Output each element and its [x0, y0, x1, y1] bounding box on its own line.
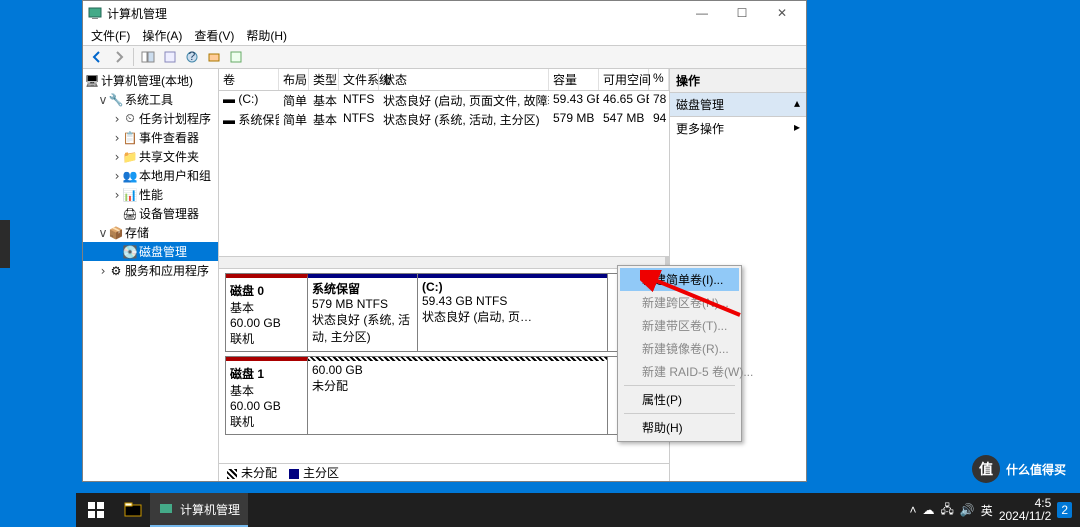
back-button[interactable] [87, 47, 107, 67]
disk-info[interactable]: 磁盘 0基本60.00 GB联机 [226, 274, 308, 351]
show-hide-button[interactable] [138, 47, 158, 67]
clock-icon: ⏲ [123, 112, 137, 126]
services-icon: ⚙ [109, 264, 123, 278]
tray-notifications[interactable]: 2 [1057, 502, 1072, 518]
system-tray[interactable]: ˄ ☁ 🖧 🔊 英 4:5 2024/11/2 2 [901, 497, 1080, 523]
menu-help[interactable]: 帮助(H) [620, 416, 739, 439]
volume-table[interactable]: 卷 布局 类型 文件系统 状态 容量 可用空间 % ▬ (C:)简单基本NTFS… [219, 69, 669, 269]
tree-task-scheduler[interactable]: ›⏲任务计划程序 [83, 109, 218, 128]
legend-unallocated-swatch [227, 469, 237, 479]
start-button[interactable] [76, 493, 116, 527]
menu-new-striped-volume: 新建带区卷(T)... [620, 314, 739, 337]
window-title: 计算机管理 [107, 5, 682, 22]
col-layout[interactable]: 布局 [279, 69, 309, 90]
tree-storage[interactable]: v📦存储 [83, 223, 218, 242]
close-button[interactable]: ✕ [762, 1, 802, 25]
toolbar: ? [83, 45, 806, 69]
actions-header: 操作 [670, 69, 806, 93]
menu-new-spanned-volume: 新建跨区卷(N)... [620, 291, 739, 314]
menu-new-simple-volume[interactable]: 新建简单卷(I)... [620, 268, 739, 291]
disk-row[interactable]: 磁盘 0基本60.00 GB联机系统保留579 MB NTFS状态良好 (系统,… [225, 273, 663, 352]
tree-services[interactable]: ›⚙服务和应用程序 [83, 261, 218, 280]
col-volume[interactable]: 卷 [219, 69, 279, 90]
legend: 未分配 主分区 [219, 463, 669, 481]
users-icon: 👥 [123, 169, 137, 183]
partition[interactable]: 60.00 GB未分配 [308, 357, 608, 434]
taskbar-explorer[interactable] [116, 493, 150, 527]
tree-system-tools[interactable]: v🔧系统工具 [83, 90, 218, 109]
menu-file[interactable]: 文件(F) [91, 27, 130, 44]
col-fs[interactable]: 文件系统 [339, 69, 379, 90]
tree-local-users[interactable]: ›👥本地用户和组 [83, 166, 218, 185]
menu-properties[interactable]: 属性(P) [620, 388, 739, 411]
col-capacity[interactable]: 容量 [549, 69, 599, 90]
disk-graphical-view[interactable]: 磁盘 0基本60.00 GB联机系统保留579 MB NTFS状态良好 (系统,… [219, 269, 669, 463]
menu-new-mirrored-volume: 新建镜像卷(R)... [620, 337, 739, 360]
partition[interactable]: 系统保留579 MB NTFS状态良好 (系统, 活动, 主分区) [308, 274, 418, 351]
disk-row[interactable]: 磁盘 1基本60.00 GB联机60.00 GB未分配 [225, 356, 663, 435]
col-status[interactable]: 状态 [379, 69, 549, 90]
svg-text:?: ? [189, 50, 196, 63]
collapse-icon: ▴ [794, 96, 800, 113]
menu-new-raid5-volume: 新建 RAID-5 卷(W)... [620, 360, 739, 383]
disk-icon: 💽 [123, 245, 137, 259]
disk-info[interactable]: 磁盘 1基本60.00 GB联机 [226, 357, 308, 434]
watermark-icon: 值 [972, 455, 1000, 483]
tray-onedrive-icon[interactable]: ☁ [922, 503, 934, 517]
tray-volume-icon[interactable]: 🔊 [960, 503, 975, 517]
tray-up-icon[interactable]: ˄ [909, 503, 916, 517]
tb-icon[interactable] [204, 47, 224, 67]
app-icon [87, 5, 103, 21]
main-panel: 卷 布局 类型 文件系统 状态 容量 可用空间 % ▬ (C:)简单基本NTFS… [219, 69, 670, 481]
side-panel [0, 220, 10, 268]
col-free[interactable]: 可用空间 [599, 69, 649, 90]
partition[interactable]: (C:)59.43 GB NTFS状态良好 (启动, 页… [418, 274, 608, 351]
tree-event-viewer[interactable]: ›📋事件查看器 [83, 128, 218, 147]
menu-view[interactable]: 查看(V) [194, 27, 234, 44]
tree-shared-folders[interactable]: ›📁共享文件夹 [83, 147, 218, 166]
menu-help[interactable]: 帮助(H) [246, 27, 287, 44]
forward-button[interactable] [109, 47, 129, 67]
tree-device-manager[interactable]: 🖨设备管理器 [83, 204, 218, 223]
minimize-button[interactable]: — [682, 1, 722, 25]
tools-icon: 🔧 [109, 93, 123, 107]
device-icon: 🖨 [123, 207, 137, 221]
tray-date[interactable]: 2024/11/2 [999, 510, 1052, 523]
titlebar[interactable]: 计算机管理 — ☐ ✕ [83, 1, 806, 25]
taskbar[interactable]: 计算机管理 ˄ ☁ 🖧 🔊 英 4:5 2024/11/2 2 [76, 493, 1080, 527]
perf-icon: 📊 [123, 188, 137, 202]
table-header[interactable]: 卷 布局 类型 文件系统 状态 容量 可用空间 % [219, 69, 669, 91]
folder-icon: 📁 [123, 150, 137, 164]
storage-icon: 📦 [109, 226, 123, 240]
tree-performance[interactable]: ›📊性能 [83, 185, 218, 204]
tb-settings-icon[interactable] [226, 47, 246, 67]
context-menu: 新建简单卷(I)... 新建跨区卷(N)... 新建带区卷(T)... 新建镜像… [617, 265, 742, 442]
tray-ime[interactable]: 英 [981, 502, 993, 519]
scrollbar[interactable] [219, 256, 669, 268]
watermark: 值 什么值得买 [972, 455, 1066, 483]
col-pct[interactable]: % [649, 69, 669, 90]
maximize-button[interactable]: ☐ [722, 1, 762, 25]
table-row[interactable]: ▬ (C:)简单基本NTFS状态良好 (启动, 页面文件, 故障转储, 主分区)… [219, 91, 669, 110]
table-row[interactable]: ▬ 系统保留简单基本NTFS状态良好 (系统, 活动, 主分区)579 MB54… [219, 110, 669, 129]
nav-tree[interactable]: 🖥计算机管理(本地) v🔧系统工具 ›⏲任务计划程序 ›📋事件查看器 ›📁共享文… [83, 69, 219, 481]
tb-icon[interactable] [160, 47, 180, 67]
tree-root[interactable]: 🖥计算机管理(本地) [83, 71, 218, 90]
actions-section[interactable]: 磁盘管理▴ [670, 93, 806, 117]
tree-disk-management[interactable]: 💽磁盘管理 [83, 242, 218, 261]
event-icon: 📋 [123, 131, 137, 145]
tray-network-icon[interactable]: 🖧 [940, 500, 953, 521]
computer-icon: 🖥 [85, 74, 99, 88]
chevron-right-icon: ▸ [794, 120, 800, 137]
col-type[interactable]: 类型 [309, 69, 339, 90]
menu-action[interactable]: 操作(A) [142, 27, 182, 44]
taskbar-app[interactable]: 计算机管理 [150, 493, 248, 527]
actions-more[interactable]: 更多操作▸ [670, 117, 806, 140]
legend-primary-swatch [289, 469, 299, 479]
menubar: 文件(F) 操作(A) 查看(V) 帮助(H) [83, 25, 806, 45]
help-button[interactable]: ? [182, 47, 202, 67]
